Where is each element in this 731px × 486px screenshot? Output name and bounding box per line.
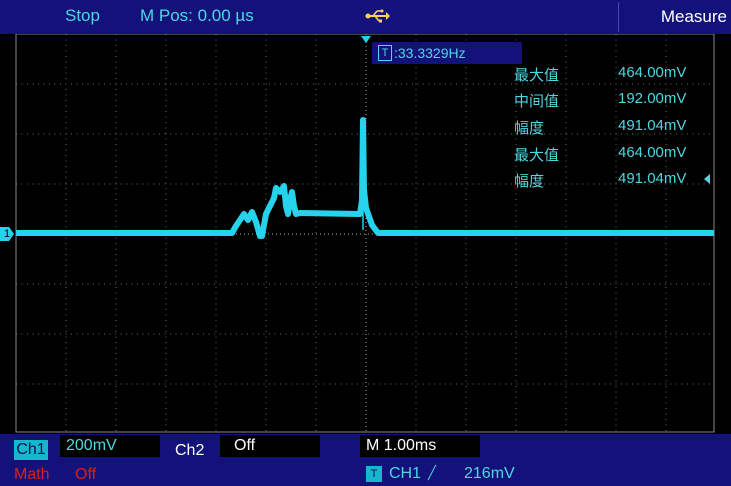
measurement-label: 幅度 [514, 173, 545, 190]
measurement-label: 最大值 [514, 147, 560, 164]
ch2-label[interactable]: Ch2 [175, 442, 204, 460]
measurement-value: 491.04mV [618, 170, 687, 187]
measurement-value: 192.00mV [618, 90, 687, 107]
run-status[interactable]: Stop [65, 6, 100, 26]
ch1-scale-field[interactable]: 200mV [60, 435, 160, 457]
trigger-badge: T [378, 45, 392, 61]
timebase-value: M 1.00ms [366, 437, 437, 454]
trigger-source: CH1 [389, 465, 422, 482]
measurement-label: 最大值 [514, 67, 560, 84]
ch1-waveform-trace [16, 117, 714, 239]
selected-measurement-arrow-icon [704, 174, 710, 184]
measure-menu-button[interactable]: Measure [618, 2, 731, 32]
ch1-badge[interactable]: Ch1 [14, 440, 48, 460]
trigger-position-marker-icon [361, 36, 371, 43]
ch2-scale-field[interactable]: Off [220, 435, 320, 457]
trigger-info-badge: T [366, 466, 382, 482]
trigger-level: 216mV [464, 465, 515, 482]
usb-icon [365, 9, 390, 23]
trigger-frequency-value: :33.3329Hz [394, 45, 466, 61]
measure-menu-label: Measure [660, 7, 727, 26]
measurement-value: 464.00mV [618, 144, 687, 161]
rising-edge-icon: ╱ [428, 465, 436, 480]
top-status-bar: Stop M Pos: 0.00 µs Measure [0, 0, 731, 34]
measurement-value: 491.04mV [618, 117, 687, 134]
horizontal-position: M Pos: 0.00 µs [140, 6, 254, 25]
ch1-scale-value: 200mV [66, 437, 117, 454]
math-scale-value: Off [75, 466, 97, 483]
math-label[interactable]: Math [14, 466, 50, 484]
measurement-label: 中间值 [514, 93, 560, 110]
measurement-label: 幅度 [514, 120, 545, 137]
measurement-value: 464.00mV [618, 64, 687, 81]
ch2-scale-value: Off [234, 437, 256, 454]
trigger-frequency-readout: T :33.3329Hz [372, 42, 522, 64]
timebase-field[interactable]: M 1.00ms [360, 435, 480, 457]
